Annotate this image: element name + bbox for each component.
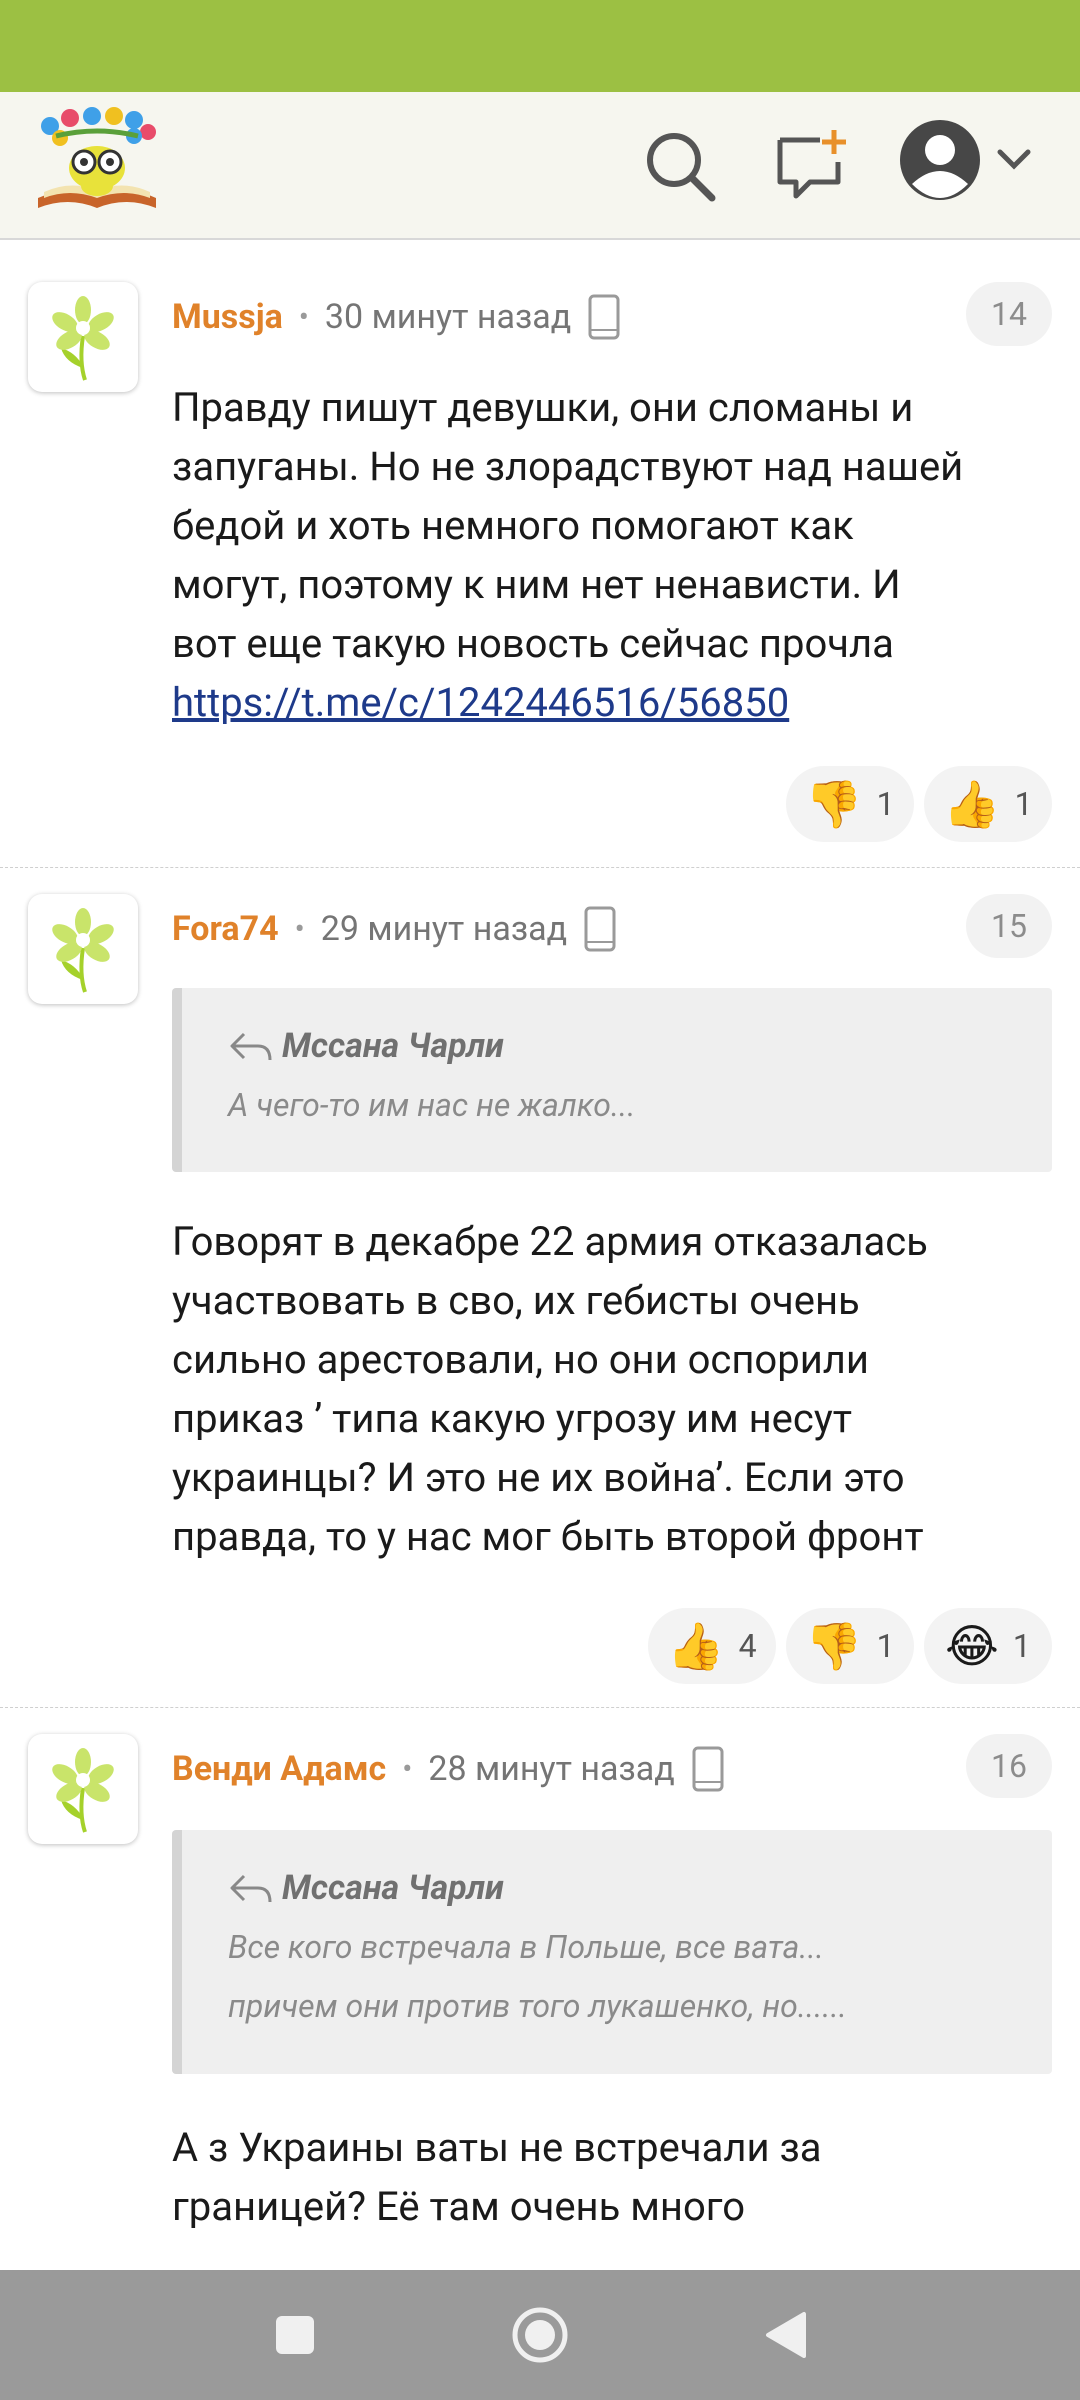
- profile-menu-button[interactable]: [898, 118, 1048, 214]
- system-nav-bar: [0, 2270, 1080, 2400]
- avatar-icon: [898, 118, 982, 202]
- thumbs-down-icon: 👎: [805, 1619, 863, 1673]
- comment: Mussja • 30 минут назад 14 Правду пишут …: [0, 256, 1080, 868]
- quote-block[interactable]: Мссана Чарли Все кого встречала в Польше…: [172, 1830, 1052, 2074]
- separator-dot: •: [298, 299, 309, 335]
- user-avatar[interactable]: [28, 282, 138, 392]
- quote-text: А чего-то им нас не жалко...: [228, 1086, 636, 1124]
- user-avatar[interactable]: [28, 1734, 138, 1844]
- mobile-device-icon: [588, 294, 620, 340]
- recent-apps-icon[interactable]: [260, 2300, 330, 2370]
- new-message-icon[interactable]: [772, 126, 852, 206]
- separator-dot: •: [294, 911, 305, 947]
- reply-arrow-icon: [230, 1032, 272, 1061]
- comment: Венди Адамс • 28 минут назад 16 Мссана Ч…: [0, 1708, 1080, 2270]
- status-bar: [0, 0, 1080, 92]
- mobile-device-icon: [692, 1746, 724, 1792]
- comment-author[interactable]: Mussja: [172, 297, 283, 337]
- reaction-count: 4: [738, 1627, 757, 1665]
- quote-author: Мссана Чарли: [282, 1026, 504, 1066]
- comment-number[interactable]: 15: [966, 894, 1052, 958]
- back-icon[interactable]: [750, 2300, 820, 2370]
- reply-arrow-icon: [230, 1874, 272, 1903]
- comment-text: Говорят в декабре 22 армия отказалась уч…: [172, 1218, 928, 1560]
- thumbs-down-icon: 👎: [805, 777, 863, 831]
- reaction-thumbs-up[interactable]: 👍 1: [924, 766, 1052, 842]
- comment-number[interactable]: 16: [966, 1734, 1052, 1798]
- home-icon[interactable]: [505, 2300, 575, 2370]
- quote-block[interactable]: Мссана Чарли А чего-то им нас не жалко..…: [172, 988, 1052, 1172]
- reaction-laughing[interactable]: 😂 1: [924, 1608, 1052, 1684]
- app-header: [0, 92, 1080, 240]
- quote-text: Все кого встречала в Польше, все вата...…: [228, 1928, 847, 2025]
- reaction-count: 1: [876, 1627, 895, 1665]
- reaction-count: 1: [1012, 1627, 1031, 1665]
- user-avatar[interactable]: [28, 894, 138, 1004]
- comment-author[interactable]: Венди Адамс: [172, 1749, 386, 1789]
- thumbs-up-icon: 👍: [943, 777, 1001, 831]
- thumbs-up-icon: 👍: [667, 1619, 725, 1673]
- reaction-thumbs-down[interactable]: 👎 1: [786, 766, 914, 842]
- search-icon[interactable]: [640, 126, 720, 206]
- comment-time: 30 минут назад: [324, 297, 572, 337]
- comment-link[interactable]: https://t.me/c/1242446516/56850: [172, 679, 789, 726]
- reaction-thumbs-up[interactable]: 👍 4: [648, 1608, 776, 1684]
- comment-author[interactable]: Fora74: [172, 909, 279, 949]
- site-logo[interactable]: [34, 106, 160, 212]
- comment-time: 29 минут назад: [320, 909, 568, 949]
- reaction-thumbs-down[interactable]: 👎 1: [786, 1608, 914, 1684]
- laughing-tears-icon: 😂: [945, 1619, 999, 1673]
- comment-number[interactable]: 14: [966, 282, 1052, 346]
- comment-text: Правду пишут девушки, они сломаны и запу…: [172, 384, 964, 726]
- chevron-down-icon: [994, 142, 1034, 178]
- reaction-count: 1: [876, 785, 895, 823]
- comment-text: А з Украины ваты не встречали за границе…: [172, 2124, 822, 2230]
- comment-time: 28 минут назад: [428, 1749, 675, 1789]
- reaction-count: 1: [1014, 785, 1033, 823]
- separator-dot: •: [402, 1751, 413, 1787]
- comment: Fora74 • 29 минут назад 15 Мссана Чарли …: [0, 868, 1080, 1708]
- mobile-device-icon: [584, 906, 616, 952]
- quote-author: Мссана Чарли: [282, 1868, 504, 1908]
